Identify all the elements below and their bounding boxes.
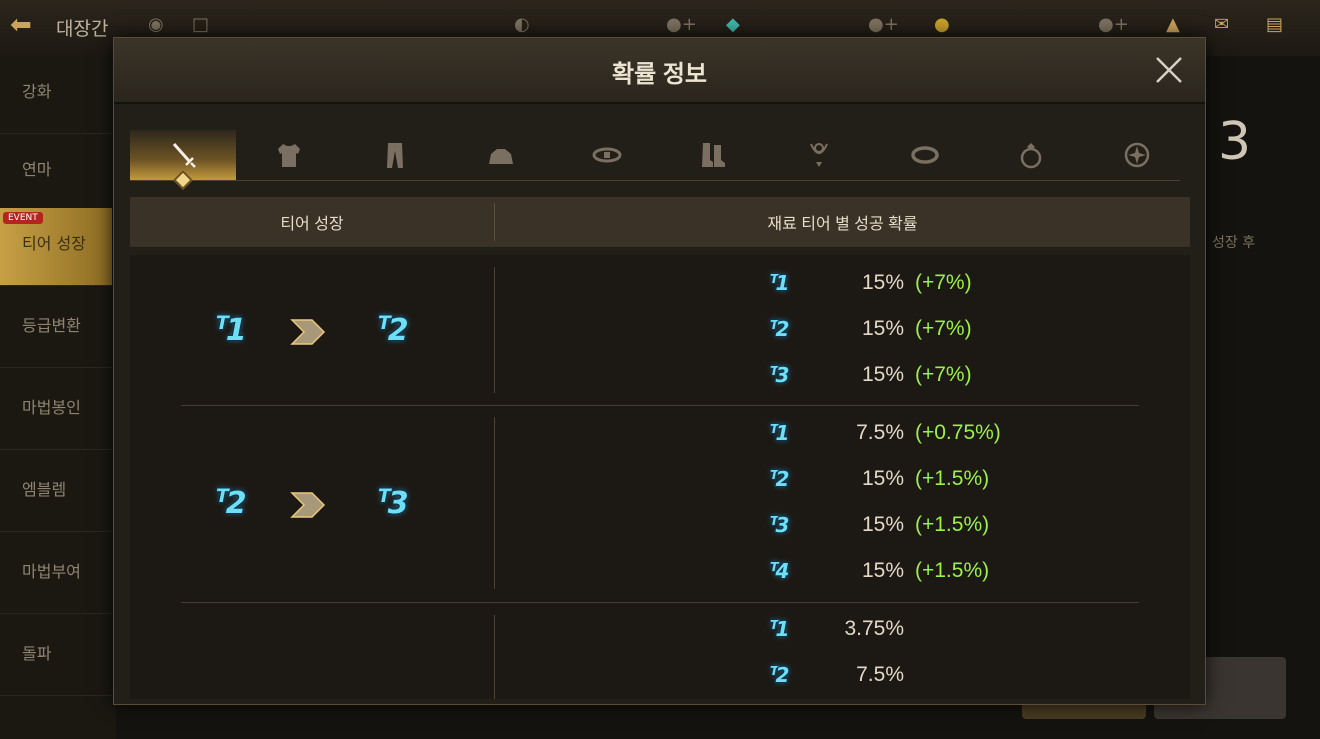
rate-bonus: (+1.5%) (915, 513, 990, 536)
column-header-success-rate: 재료 티어 별 성공 확률 (767, 216, 918, 233)
material-tier-icon: T1 (770, 271, 789, 295)
table-row: T2 15% (+1.5%) (130, 467, 1190, 497)
tab-armor[interactable] (236, 130, 342, 180)
table-row: T3 15% (+7%) (130, 363, 1190, 393)
rate-bonus: (+7%) (915, 363, 972, 386)
material-tier-icon: T3 (770, 363, 789, 387)
bracelet-icon (911, 146, 939, 164)
bag-icon[interactable]: □ (192, 14, 209, 35)
table-row: T1 15% (+7%) (130, 271, 1190, 301)
close-icon[interactable] (1151, 52, 1187, 88)
back-arrow-icon[interactable]: ⬅ (10, 10, 32, 40)
tab-necklace[interactable] (766, 130, 872, 180)
screen-title: 대장간 (56, 18, 109, 40)
material-tier-icon: T1 (770, 421, 789, 445)
sidebar-item-enchant[interactable]: 마법부여 (0, 536, 112, 614)
gem-icon: ◆ (726, 14, 740, 35)
rate-bonus: (+1.5%) (915, 559, 990, 582)
armor-icon (278, 144, 300, 167)
chat-icon[interactable]: ▤ (1266, 14, 1283, 35)
material-tier-icon: T1 (770, 617, 789, 641)
eye-icon[interactable]: ◉ (148, 14, 164, 35)
event-badge: EVENT (3, 212, 43, 224)
currency-icon: ◐ (514, 14, 530, 35)
sidebar-item-tier-growth[interactable]: EVENT 티어 성장 (0, 208, 112, 286)
mail-icon[interactable]: ✉ (1214, 14, 1229, 35)
table-row: T2 15% (+7%) (130, 317, 1190, 347)
add-gem-icon[interactable]: ●+ (868, 14, 899, 35)
tab-bracelet[interactable] (872, 130, 978, 180)
success-rate: 15% (861, 363, 904, 386)
necklace-icon (810, 143, 828, 167)
success-rate: 7.5% (856, 421, 904, 444)
gold-icon: ● (934, 14, 950, 35)
rate-bonus: (+0.75%) (915, 421, 1001, 444)
shop-icon[interactable]: ▲ (1166, 14, 1180, 35)
boots-icon (702, 143, 725, 167)
tab-shoulder[interactable] (448, 130, 554, 180)
success-rate: 15% (861, 559, 904, 582)
table-row: T4 15% (+1.5%) (130, 559, 1190, 589)
tab-emblem[interactable] (1084, 130, 1190, 180)
rate-bonus: (+7%) (915, 271, 972, 294)
sidebar-item-grade-convert[interactable]: 등급변환 (0, 290, 112, 368)
emblem-icon (1124, 142, 1150, 168)
add-currency-icon[interactable]: ●+ (666, 14, 697, 35)
material-tier-icon: T2 (770, 317, 789, 341)
probability-info-modal: 확률 정보 티어 성장 재료 티어 별 성공 확률 T1 T2 T1 15% (… (113, 37, 1206, 705)
sidebar-item-emblem[interactable]: 엠블렘 (0, 454, 112, 532)
sidebar-item-enhance[interactable]: 강화 (0, 56, 112, 134)
table-row: T1 7.5% (+0.75%) (130, 421, 1190, 451)
table-body[interactable]: T1 T2 T1 15% (+7%) T2 15% (+7%) T3 15% (… (130, 255, 1190, 699)
tab-belt[interactable] (554, 130, 660, 180)
tab-pants[interactable] (342, 130, 448, 180)
table-row: T3 15% (+1.5%) (130, 513, 1190, 543)
belt-icon (592, 147, 622, 163)
tab-weapon[interactable] (130, 130, 236, 190)
success-rate: 7.5% (856, 663, 904, 686)
table-row: T2 7.5% (130, 663, 1190, 693)
growth-after-label: 성장 후 (1212, 235, 1256, 251)
tab-boots[interactable] (660, 130, 766, 180)
sidebar-item-breakthrough[interactable]: 돌파 (0, 618, 112, 696)
sidebar-item-label: 티어 성장 (22, 234, 86, 253)
modal-header: 확률 정보 (114, 38, 1205, 104)
success-rate: 15% (861, 467, 904, 490)
ring-icon (1020, 143, 1042, 169)
sidebar: 강화 연마 EVENT 티어 성장 등급변환 마법봉인 엠블렘 마법부여 돌파 (0, 56, 116, 739)
sword-icon (172, 143, 196, 168)
tab-ring[interactable] (978, 130, 1084, 180)
sidebar-item-polish[interactable]: 연마 (0, 134, 112, 212)
material-tier-icon: T2 (770, 663, 789, 687)
column-header-tier-growth: 티어 성장 (280, 216, 344, 233)
modal-title: 확률 정보 (612, 61, 707, 88)
equipment-tabs (130, 130, 1180, 190)
success-rate: 15% (861, 513, 904, 536)
table-row: T1 3.75% (130, 617, 1190, 647)
rate-bonus: (+7%) (915, 317, 972, 340)
pants-icon (387, 143, 403, 168)
rate-bonus: (+1.5%) (915, 467, 990, 490)
group-separator (181, 602, 1139, 603)
sidebar-item-magic-seal[interactable]: 마법봉인 (0, 372, 112, 450)
material-tier-icon: T3 (770, 513, 789, 537)
shoulder-icon (489, 149, 513, 164)
success-rate: 3.75% (844, 617, 904, 640)
material-tier-icon: T4 (770, 559, 789, 583)
success-rate: 15% (861, 271, 904, 294)
add-gold-icon[interactable]: ●+ (1098, 14, 1129, 35)
group-separator (181, 405, 1139, 406)
table-header: 티어 성장 재료 티어 별 성공 확률 (130, 197, 1190, 247)
material-tier-icon: T2 (770, 467, 789, 491)
success-rate: 15% (861, 317, 904, 340)
active-tab-marker (173, 170, 193, 190)
tier-number: 3 (1218, 112, 1252, 172)
